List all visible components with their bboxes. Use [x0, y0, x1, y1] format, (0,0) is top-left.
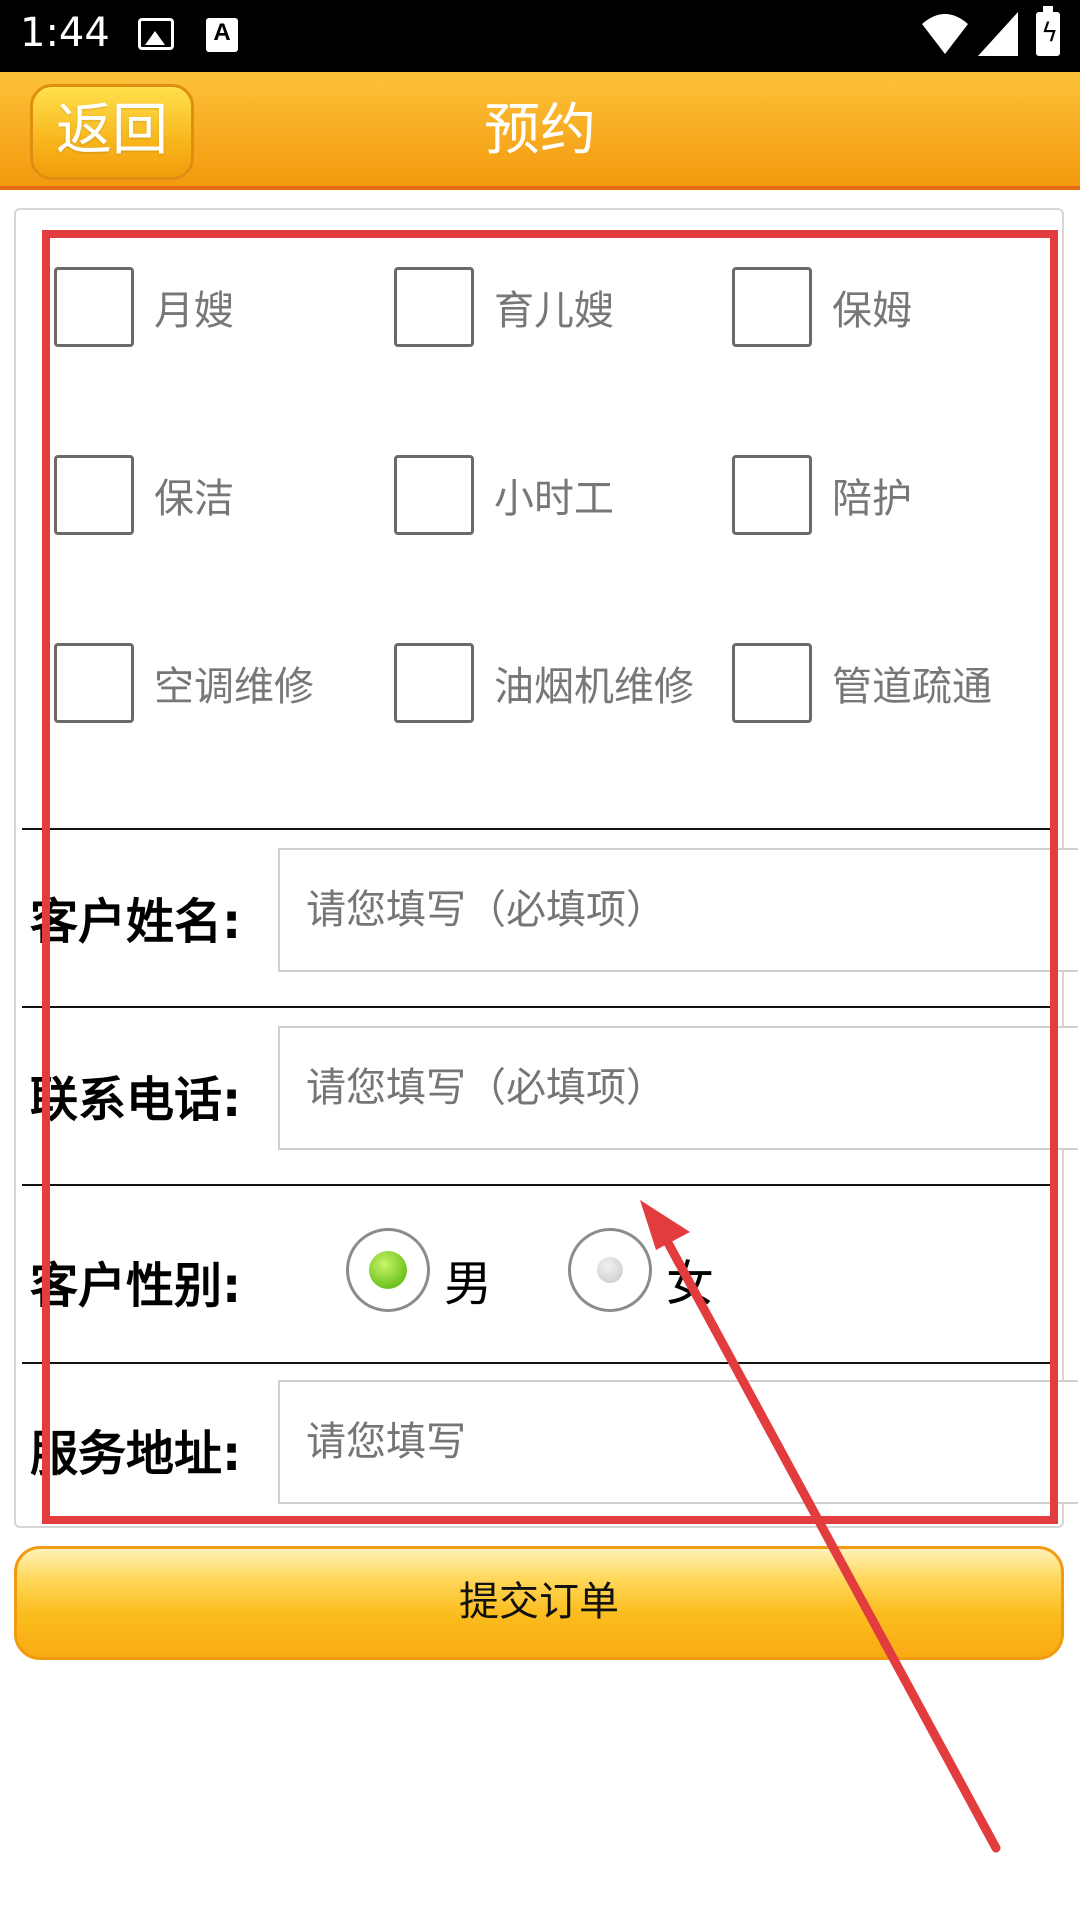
service-label: 保姆 — [832, 288, 912, 334]
customer-name-input[interactable] — [278, 848, 1078, 972]
service-label: 管道疏通 — [832, 664, 992, 710]
service-option-baojie[interactable]: 保洁 — [54, 452, 234, 538]
service-option-yuersao[interactable]: 育儿嫂 — [394, 264, 614, 350]
gender-male-label: 男 — [444, 1256, 493, 1312]
service-label: 小时工 — [494, 476, 614, 522]
submit-order-button[interactable]: 提交订单 — [14, 1546, 1064, 1660]
service-label: 陪护 — [832, 476, 912, 522]
service-option-ac-repair[interactable]: 空调维修 — [54, 640, 314, 726]
service-checkbox[interactable] — [732, 267, 812, 347]
service-checkbox[interactable] — [394, 455, 474, 535]
service-checkbox[interactable] — [54, 643, 134, 723]
service-option-peihu[interactable]: 陪护 — [732, 452, 912, 538]
service-option-xiaoshigong[interactable]: 小时工 — [394, 452, 614, 538]
phone-label: 联系电话: — [30, 1072, 242, 1128]
service-label: 保洁 — [154, 476, 234, 522]
service-checkbox[interactable] — [394, 267, 474, 347]
status-bar: 1:44 A ϟ — [0, 0, 1080, 72]
service-option-hood-repair[interactable]: 油烟机维修 — [394, 640, 694, 726]
divider — [22, 1006, 1058, 1008]
service-checkbox[interactable] — [54, 455, 134, 535]
address-label: 服务地址: — [30, 1426, 242, 1482]
service-checkbox[interactable] — [394, 643, 474, 723]
gender-male-radio[interactable] — [346, 1228, 430, 1312]
radio-unselected-dot — [597, 1257, 623, 1283]
radio-selected-dot — [369, 1251, 407, 1289]
phone-input[interactable] — [278, 1026, 1078, 1150]
service-option-baomu[interactable]: 保姆 — [732, 264, 912, 350]
service-label: 育儿嫂 — [494, 288, 614, 334]
address-input[interactable] — [278, 1380, 1078, 1504]
service-checkbox[interactable] — [732, 455, 812, 535]
service-label: 空调维修 — [154, 664, 314, 710]
service-label: 月嫂 — [154, 288, 234, 334]
signal-icon — [978, 12, 1018, 56]
wifi-icon — [922, 14, 968, 54]
service-checkbox[interactable] — [732, 643, 812, 723]
booking-form-card: 月嫂 育儿嫂 保姆 保洁 小时工 陪护 空调维修 油烟机维修 管道疏通 客户姓名… — [14, 208, 1078, 1528]
gender-female-label: 女 — [666, 1256, 715, 1312]
battery-icon: ϟ — [1036, 6, 1060, 56]
service-checkbox[interactable] — [54, 267, 134, 347]
a11y-a-icon: A — [206, 18, 238, 52]
page-title: 预约 — [484, 98, 596, 163]
divider — [22, 1184, 1058, 1186]
image-icon — [138, 18, 174, 50]
app-header: 返回 预约 — [0, 72, 1080, 190]
service-option-pipe-dredge[interactable]: 管道疏通 — [732, 640, 992, 726]
status-time: 1:44 — [20, 10, 110, 56]
divider — [22, 828, 1058, 830]
service-option-yuesao[interactable]: 月嫂 — [54, 264, 234, 350]
gender-female-radio[interactable] — [568, 1228, 652, 1312]
service-label: 油烟机维修 — [494, 664, 694, 710]
customer-name-label: 客户姓名: — [30, 894, 242, 950]
gender-label: 客户性别: — [30, 1258, 242, 1314]
divider — [22, 1362, 1058, 1364]
